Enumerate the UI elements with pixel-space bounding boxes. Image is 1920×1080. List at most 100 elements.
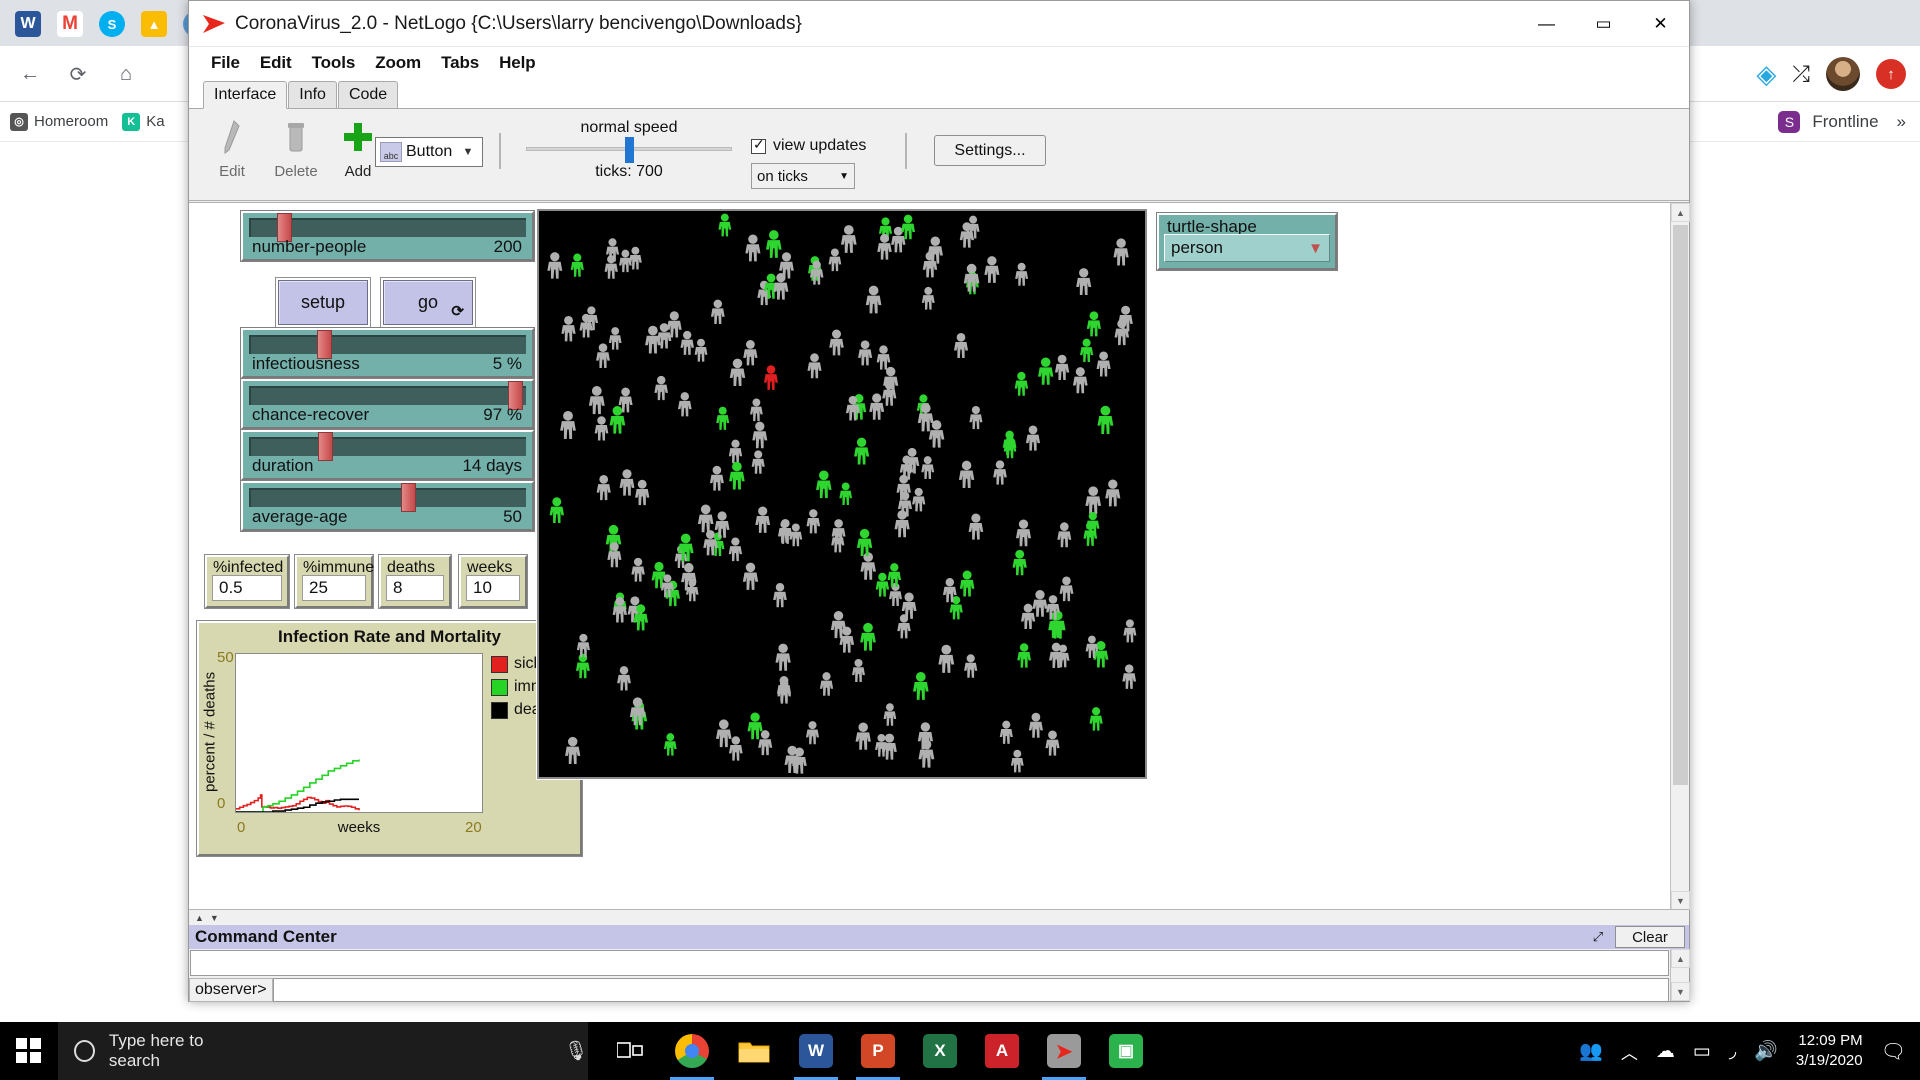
- people-icon[interactable]: 👥: [1579, 1039, 1603, 1063]
- task-view-icon[interactable]: [600, 1022, 660, 1080]
- bookmark-ka[interactable]: K Ka: [122, 113, 164, 131]
- slider-number-people[interactable]: number-people 200: [241, 211, 534, 261]
- bookmarks-overflow-icon[interactable]: »: [1891, 112, 1912, 132]
- delete-button[interactable]: Delete: [261, 117, 331, 189]
- taskbar-word-icon[interactable]: W: [786, 1022, 846, 1080]
- microphone-icon[interactable]: 🎙: [564, 1039, 588, 1063]
- agent-person-icon: [565, 737, 580, 764]
- view-updates-checkbox[interactable]: [751, 139, 766, 154]
- menu-tools[interactable]: Tools: [302, 50, 366, 76]
- agent-person-icon: [877, 234, 891, 260]
- show-hidden-icons-icon[interactable]: ︿: [1621, 1039, 1638, 1064]
- powerpoint-glyph-icon: P: [861, 1034, 895, 1068]
- minimize-button[interactable]: —: [1518, 1, 1575, 46]
- abc-widget-icon: abc: [380, 142, 402, 162]
- command-center-scrollbar[interactable]: ▲ ▼: [1670, 949, 1689, 1001]
- volume-icon[interactable]: 🔊: [1754, 1039, 1778, 1063]
- slider-value: 50: [503, 507, 522, 527]
- clear-button[interactable]: Clear: [1615, 926, 1685, 948]
- scroll-thumb[interactable]: [1673, 225, 1688, 785]
- tab-info[interactable]: Info: [288, 81, 337, 108]
- slider-value: 14 days: [462, 456, 522, 476]
- extension-arrows-icon[interactable]: ⤮: [1792, 61, 1810, 87]
- go-button[interactable]: go ⟳: [383, 280, 473, 325]
- setup-button[interactable]: setup: [278, 280, 368, 325]
- slider-track[interactable]: [249, 335, 526, 354]
- expand-icon[interactable]: ⤢: [1587, 927, 1609, 947]
- agent-person-icon: [860, 552, 875, 579]
- slider-chance-recover[interactable]: chance-recover 97 %: [241, 379, 534, 429]
- home-icon[interactable]: ⌂: [110, 58, 142, 90]
- taskbar-search[interactable]: Type here to search 🎙: [58, 1022, 588, 1080]
- taskbar-chrome-icon[interactable]: [662, 1022, 722, 1080]
- close-button[interactable]: ✕: [1632, 1, 1689, 46]
- agent-person-icon: [1000, 721, 1013, 744]
- agent-person-icon: [752, 450, 765, 473]
- slider-thumb[interactable]: [401, 483, 416, 512]
- chooser-turtle-shape[interactable]: turtle-shape person ▼: [1157, 213, 1337, 270]
- monitor-value: 25: [302, 575, 366, 601]
- taskbar-powerpoint-icon[interactable]: P: [848, 1022, 908, 1080]
- settings-button[interactable]: Settings...: [934, 135, 1046, 166]
- agent-person-icon: [960, 570, 975, 596]
- slider-track[interactable]: [249, 386, 526, 405]
- slider-duration[interactable]: duration 14 days: [241, 430, 534, 480]
- panel-splitter[interactable]: ▲ ▼: [189, 909, 1689, 925]
- browser-tab-2[interactable]: S: [92, 4, 132, 44]
- slider-thumb[interactable]: [318, 432, 333, 461]
- extension-diamond-icon[interactable]: ◈: [1756, 59, 1776, 90]
- browser-tab-0[interactable]: W: [8, 4, 48, 44]
- ticks-label: ticks: 700: [519, 163, 739, 181]
- taskbar-greenshot-icon[interactable]: ▣: [1096, 1022, 1156, 1080]
- menu-help[interactable]: Help: [489, 50, 545, 76]
- menu-edit[interactable]: Edit: [250, 50, 302, 76]
- scroll-up-icon[interactable]: ▲: [1671, 203, 1690, 222]
- interface-scrollbar[interactable]: ▲ ▼: [1670, 203, 1689, 910]
- menu-tabs[interactable]: Tabs: [431, 50, 489, 76]
- speed-slider-track[interactable]: [526, 147, 732, 151]
- taskbar-acrobat-icon[interactable]: A: [972, 1022, 1032, 1080]
- splitter-down-icon[interactable]: ▼: [210, 913, 219, 923]
- slider-track[interactable]: [249, 437, 526, 456]
- reload-icon[interactable]: ⟳: [62, 58, 94, 90]
- world-view[interactable]: [537, 209, 1147, 779]
- speed-slider-thumb[interactable]: [625, 137, 634, 163]
- avatar[interactable]: [1826, 57, 1860, 91]
- taskbar-file-explorer-icon[interactable]: [724, 1022, 784, 1080]
- menu-zoom[interactable]: Zoom: [365, 50, 431, 76]
- chooser-value-box[interactable]: person ▼: [1164, 234, 1330, 262]
- slider-average-age[interactable]: average-age 50: [241, 481, 534, 531]
- browser-tab-3[interactable]: ▲: [134, 4, 174, 44]
- widget-type-select[interactable]: abc Button ▼: [375, 137, 483, 167]
- edit-button[interactable]: Edit: [197, 117, 267, 189]
- frontline-label[interactable]: Frontline: [1812, 112, 1878, 132]
- view-updates-checkbox-row[interactable]: view updates: [751, 137, 881, 155]
- taskbar-netlogo-icon[interactable]: ➤: [1034, 1022, 1094, 1080]
- back-icon[interactable]: ←: [14, 58, 46, 90]
- wifi-icon[interactable]: ◞: [1729, 1040, 1736, 1063]
- scroll-down-icon[interactable]: ▼: [1671, 982, 1690, 1001]
- splitter-up-icon[interactable]: ▲: [195, 913, 204, 923]
- maximize-button[interactable]: ▭: [1575, 1, 1632, 46]
- browser-tab-1[interactable]: M: [50, 4, 90, 44]
- taskbar-clock[interactable]: 12:09 PM 3/19/2020: [1796, 1031, 1863, 1072]
- slider-track[interactable]: [249, 488, 526, 507]
- taskbar-excel-icon[interactable]: X: [910, 1022, 970, 1080]
- update-mode-select[interactable]: on ticks ▼: [751, 163, 855, 189]
- speed-control[interactable]: normal speed ticks: 700: [519, 119, 739, 195]
- tab-code[interactable]: Code: [338, 81, 398, 108]
- update-mode-value: on ticks: [757, 168, 808, 185]
- bookmark-homeroom[interactable]: ◎ Homeroom: [10, 113, 108, 131]
- menu-file[interactable]: File: [201, 50, 250, 76]
- command-input[interactable]: [273, 978, 1669, 1002]
- frontline-icon[interactable]: S: [1778, 111, 1800, 133]
- onedrive-icon[interactable]: ☁: [1656, 1040, 1675, 1063]
- scroll-up-icon[interactable]: ▲: [1671, 949, 1690, 968]
- update-badge-icon[interactable]: ↑: [1876, 59, 1906, 89]
- tab-interface[interactable]: Interface: [203, 81, 287, 109]
- scroll-down-icon[interactable]: ▼: [1671, 891, 1690, 910]
- battery-icon[interactable]: ▭: [1693, 1040, 1711, 1063]
- start-button[interactable]: [0, 1022, 58, 1080]
- action-center-icon[interactable]: 🗨: [1881, 1039, 1906, 1064]
- slider-infectiousness[interactable]: infectiousness 5 %: [241, 328, 534, 378]
